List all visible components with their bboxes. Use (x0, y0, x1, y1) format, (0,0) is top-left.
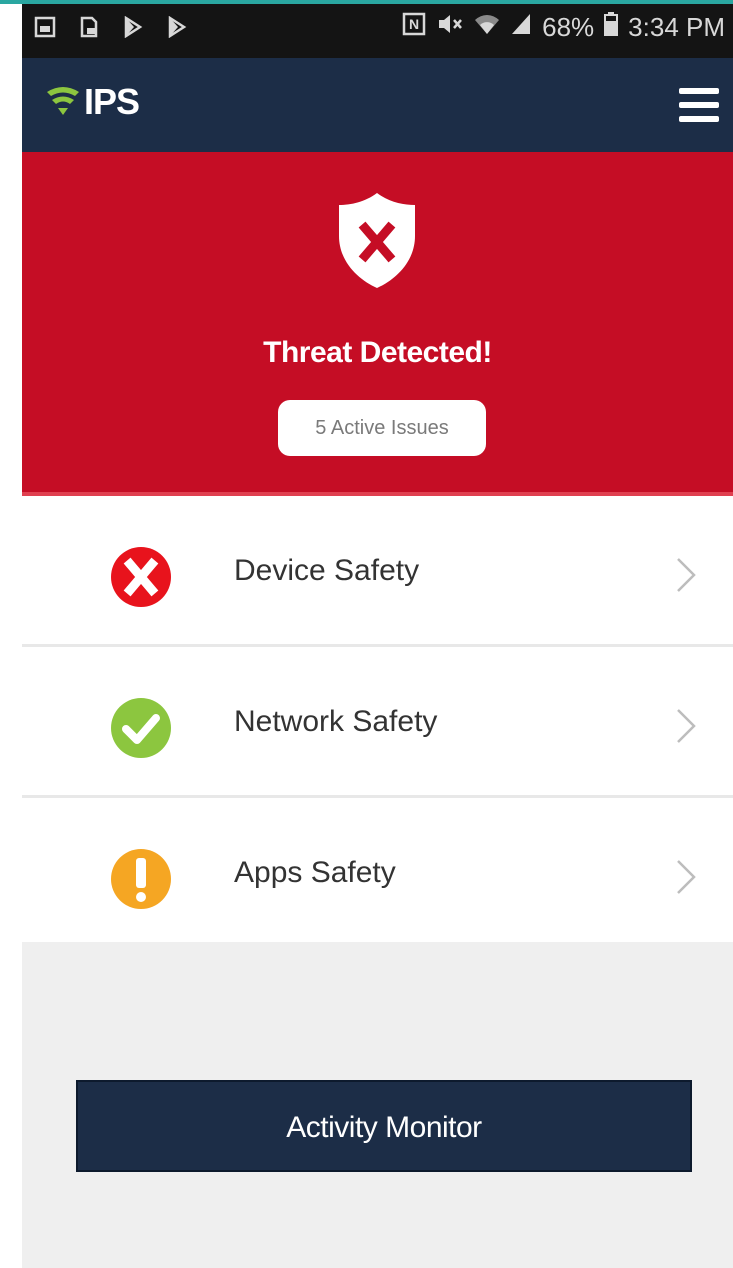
system-status: N 68% 3:34 PM (402, 12, 725, 43)
item-label: Network Safety (234, 705, 438, 738)
activity-monitor-button[interactable]: Activity Monitor (76, 1080, 692, 1172)
signal-icon (510, 12, 532, 43)
safety-list: Device Safety Network Safety Apps Safety (22, 496, 733, 946)
bottom-area: Activity Monitor (22, 942, 733, 1268)
screen: N 68% 3:34 PM IPS Threat Detected! 5 Act… (0, 0, 733, 1268)
active-issues-button[interactable]: 5 Active Issues (278, 400, 486, 456)
notification-icons (34, 15, 188, 39)
threat-banner: Threat Detected! 5 Active Issues (22, 152, 733, 496)
hamburger-icon (679, 88, 719, 94)
x-circle-icon (110, 546, 172, 608)
wifi-icon (474, 12, 500, 43)
battery-icon (604, 12, 619, 43)
play-store-icon (122, 15, 144, 39)
document-icon (78, 16, 100, 38)
check-circle-icon (110, 697, 172, 759)
hamburger-line (679, 102, 719, 108)
exclamation-circle-icon (110, 848, 172, 910)
shield-x-icon (335, 190, 419, 290)
list-item-device-safety[interactable]: Device Safety (22, 496, 733, 647)
left-margin (0, 0, 22, 1268)
list-item-apps-safety[interactable]: Apps Safety (22, 798, 733, 946)
threat-title: Threat Detected! (263, 336, 492, 369)
app-logo: IPS (44, 80, 140, 123)
top-accent-strip (0, 0, 733, 4)
item-label: Device Safety (234, 554, 420, 587)
logo-text: IPS (84, 80, 140, 122)
clock: 3:34 PM (628, 12, 725, 42)
phone-screen: N 68% 3:34 PM IPS Threat Detected! 5 Act… (22, 0, 733, 1268)
status-bar: N 68% 3:34 PM (22, 0, 733, 58)
ips-wave-icon (44, 80, 82, 123)
battery-percent: 68% (542, 12, 595, 42)
app-bar: IPS (22, 58, 733, 152)
svg-text:N: N (409, 16, 419, 32)
chevron-right-icon (675, 556, 697, 594)
list-item-network-safety[interactable]: Network Safety (22, 647, 733, 798)
mute-icon (436, 12, 464, 43)
image-icon (34, 16, 56, 38)
nfc-icon: N (402, 12, 426, 43)
hamburger-line (679, 116, 719, 122)
play-store-icon (166, 15, 188, 39)
chevron-right-icon (675, 707, 697, 745)
menu-button[interactable] (679, 88, 719, 122)
chevron-right-icon (675, 858, 697, 896)
item-label: Apps Safety (234, 856, 396, 889)
